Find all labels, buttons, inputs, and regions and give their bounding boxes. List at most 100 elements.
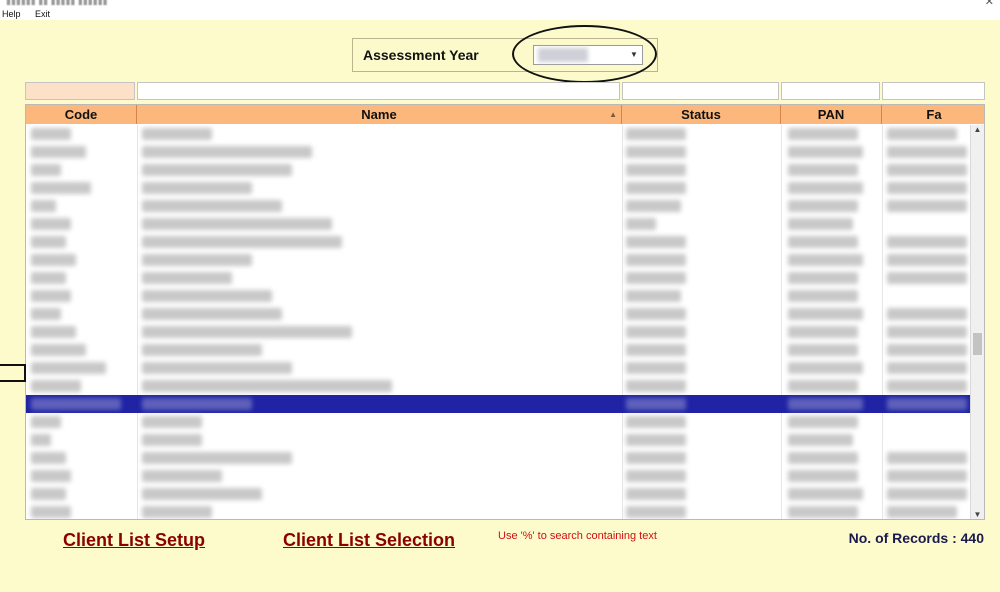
column-header-code[interactable]: Code [26, 105, 137, 124]
table-cell-redacted [142, 344, 262, 356]
table-cell-redacted [788, 362, 863, 374]
table-cell-redacted [788, 164, 858, 176]
table-row[interactable] [26, 197, 970, 215]
table-row[interactable] [26, 323, 970, 341]
pan-filter-input[interactable] [781, 82, 880, 100]
table-row[interactable] [26, 359, 970, 377]
table-row[interactable] [26, 143, 970, 161]
table-cell-redacted [887, 164, 967, 176]
table-cell-redacted [31, 254, 76, 266]
table-cell-redacted [142, 290, 272, 302]
table-cell-redacted [887, 506, 957, 518]
table-cell-redacted [626, 362, 686, 374]
table-row[interactable] [26, 233, 970, 251]
table-cell-redacted [887, 146, 967, 158]
table-cell-redacted [31, 488, 66, 500]
table-cell-redacted [788, 488, 863, 500]
table-row[interactable] [26, 251, 970, 269]
table-row[interactable] [26, 215, 970, 233]
table-cell-redacted [626, 236, 686, 248]
column-header-fa[interactable]: Fa [882, 105, 984, 124]
table-cell-redacted [142, 182, 252, 194]
menu-bar: Help Exit [0, 8, 1000, 20]
table-cell-redacted [788, 398, 863, 410]
table-cell-redacted [31, 452, 66, 464]
table-cell-redacted [626, 488, 686, 500]
table-cell-redacted [142, 146, 312, 158]
table-cell-redacted [142, 254, 252, 266]
table-cell-redacted [788, 200, 858, 212]
table-cell-redacted [142, 398, 252, 410]
table-row[interactable] [26, 305, 970, 323]
table-cell-redacted [887, 470, 967, 482]
table-cell-redacted [788, 434, 853, 446]
column-header-status[interactable]: Status [622, 105, 781, 124]
table-cell-redacted [626, 398, 686, 410]
row-pointer-marker [0, 364, 26, 382]
table-row[interactable] [26, 161, 970, 179]
table-row[interactable] [26, 377, 970, 395]
table-row[interactable] [26, 467, 970, 485]
table-cell-redacted [887, 344, 967, 356]
column-header-name[interactable]: Name ▲ [137, 105, 622, 124]
table-row[interactable] [26, 179, 970, 197]
window-title: ▮▮▮▮▮▮ ▮▮ ▮▮▮▮▮ ▮▮▮▮▮▮ [6, 0, 108, 6]
scrollbar-thumb[interactable] [973, 333, 982, 355]
table-cell-redacted [788, 344, 858, 356]
table-cell-redacted [788, 218, 853, 230]
record-count: No. of Records : 440 [848, 530, 984, 546]
close-icon[interactable]: ✕ [985, 0, 994, 8]
table-cell-redacted [31, 236, 66, 248]
menu-help[interactable]: Help [2, 9, 21, 19]
table-cell-redacted [788, 326, 858, 338]
table-row[interactable] [26, 485, 970, 503]
table-row[interactable] [26, 125, 970, 143]
table-cell-redacted [626, 308, 686, 320]
table-cell-redacted [142, 416, 202, 428]
table-cell-redacted [142, 308, 282, 320]
table-cell-redacted [626, 434, 686, 446]
table-cell-redacted [31, 128, 71, 140]
name-filter-input[interactable] [137, 82, 620, 100]
status-filter-input[interactable] [622, 82, 779, 100]
scroll-down-icon[interactable]: ▼ [971, 510, 984, 519]
grid-body [26, 125, 970, 519]
table-cell-redacted [887, 452, 967, 464]
table-cell-redacted [887, 488, 967, 500]
client-list-selection-link[interactable]: Client List Selection [283, 530, 455, 551]
table-cell-redacted [142, 200, 282, 212]
table-cell-redacted [788, 236, 858, 248]
table-cell-redacted [626, 200, 681, 212]
table-row[interactable] [26, 449, 970, 467]
menu-exit[interactable]: Exit [35, 9, 50, 19]
search-hint: Use '%' to search containing text [498, 530, 657, 542]
table-cell-redacted [887, 200, 967, 212]
table-row[interactable] [26, 503, 970, 519]
table-cell-redacted [788, 380, 858, 392]
code-filter-input[interactable] [25, 82, 135, 100]
column-header-pan[interactable]: PAN [781, 105, 882, 124]
scroll-up-icon[interactable]: ▲ [971, 125, 984, 134]
table-cell-redacted [142, 326, 352, 338]
table-cell-redacted [626, 380, 686, 392]
table-row[interactable] [26, 431, 970, 449]
table-row-selected[interactable] [26, 395, 970, 413]
client-list-grid[interactable]: Code Name ▲ Status PAN Fa ▲ ▼ [25, 104, 985, 520]
fa-filter-input[interactable] [882, 82, 985, 100]
table-cell-redacted [142, 362, 292, 374]
table-row[interactable] [26, 287, 970, 305]
table-cell-redacted [626, 506, 686, 518]
table-row[interactable] [26, 341, 970, 359]
table-cell-redacted [626, 164, 686, 176]
table-cell-redacted [887, 380, 967, 392]
table-cell-redacted [887, 128, 957, 140]
table-cell-redacted [31, 362, 106, 374]
table-cell-redacted [142, 272, 232, 284]
table-row[interactable] [26, 269, 970, 287]
client-list-setup-link[interactable]: Client List Setup [63, 530, 205, 551]
table-row[interactable] [26, 413, 970, 431]
table-cell-redacted [31, 146, 86, 158]
vertical-scrollbar[interactable]: ▲ ▼ [970, 125, 984, 519]
table-cell-redacted [142, 506, 212, 518]
table-cell-redacted [626, 254, 686, 266]
